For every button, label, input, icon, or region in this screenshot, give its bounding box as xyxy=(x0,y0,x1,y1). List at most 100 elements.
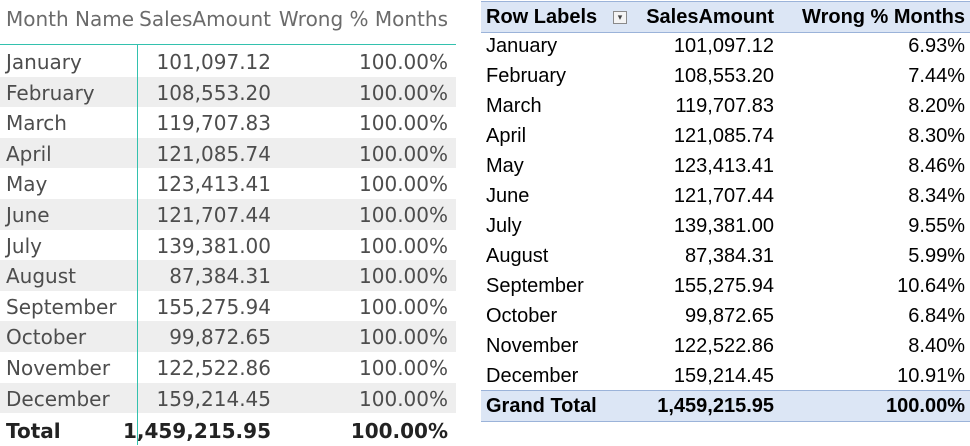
table-row[interactable]: April 121,085.74 8.30% xyxy=(481,121,970,151)
sales-amount-cell: 101,097.12 xyxy=(673,35,774,57)
header-sales-amount[interactable]: SalesAmount xyxy=(139,4,271,34)
table-row[interactable]: August 87,384.31 5.99% xyxy=(481,241,970,271)
table-row[interactable]: September 155,275.94 10.64% xyxy=(481,271,970,301)
wrong-pct-cell: 100.00% xyxy=(359,325,448,350)
grand-total-wrong-pct: 100.00% xyxy=(886,395,965,417)
table-row[interactable]: January 101,097.12 100.00% xyxy=(0,46,456,77)
powerbi-table: Month Name SalesAmount Wrong % Months Ja… xyxy=(0,0,456,445)
wrong-pct-cell: 100.00% xyxy=(359,141,448,166)
wrong-pct-cell: 100.00% xyxy=(359,111,448,136)
month-name-cell: January xyxy=(6,50,82,74)
sales-amount-cell: 122,522.86 xyxy=(156,355,271,380)
wrong-pct-cell: 8.40% xyxy=(908,335,965,357)
sales-amount-cell: 99,872.65 xyxy=(685,305,774,327)
sales-amount-cell: 139,381.00 xyxy=(673,215,774,237)
sales-amount-cell: 87,384.31 xyxy=(169,264,271,289)
row-label-cell: December xyxy=(486,365,579,387)
table-row[interactable]: March 119,707.83 100.00% xyxy=(0,107,456,138)
wrong-pct-cell: 7.44% xyxy=(908,65,965,87)
wrong-pct-cell: 100.00% xyxy=(359,233,448,258)
sales-amount-cell: 119,707.83 xyxy=(675,95,774,117)
header-wrong-pct-months[interactable]: Wrong % Months xyxy=(802,3,965,31)
pivot-table-body: January 101,097.12 6.93% February 108,553.20… xyxy=(481,31,970,391)
table-row[interactable]: May 123,413.41 8.46% xyxy=(481,151,970,181)
pivot-header-row: Row Labels ▾ SalesAmount Wrong % Months xyxy=(481,1,970,33)
wrong-pct-cell: 100.00% xyxy=(359,202,448,227)
table-row[interactable]: August 87,384.31 100.00% xyxy=(0,260,456,291)
row-label-cell: April xyxy=(486,125,527,147)
table-row[interactable]: December 159,214.45 100.00% xyxy=(0,382,456,414)
row-label-cell: November xyxy=(486,335,579,357)
wrong-pct-cell: 100.00% xyxy=(359,264,448,289)
table-row[interactable]: March 119,707.83 8.20% xyxy=(481,91,970,121)
wrong-pct-cell: 100.00% xyxy=(359,50,448,74)
pivot-grand-total-row: Grand Total 1,459,215.95 100.00% xyxy=(481,390,970,422)
powerbi-table-body: January 101,097.12 100.00% February 108,553.… xyxy=(0,46,456,414)
month-name-cell: June xyxy=(6,202,50,227)
table-row[interactable]: December 159,214.45 10.91% xyxy=(481,361,970,391)
table-row[interactable]: July 139,381.00 9.55% xyxy=(481,211,970,241)
table-row[interactable]: May 123,413.41 100.00% xyxy=(0,168,456,199)
month-name-cell: August xyxy=(6,264,76,289)
month-name-cell: May xyxy=(6,172,48,197)
row-label-cell: July xyxy=(486,215,522,237)
sales-amount-cell: 87,384.31 xyxy=(685,245,774,267)
powerbi-total-row: Total 1,459,215.95 100.00% xyxy=(0,414,456,445)
row-label-cell: September xyxy=(486,275,584,297)
sales-amount-cell: 101,097.12 xyxy=(156,50,271,74)
table-row[interactable]: October 99,872.65 6.84% xyxy=(481,301,970,331)
header-row-labels[interactable]: Row Labels xyxy=(486,3,597,31)
sales-amount-cell: 121,085.74 xyxy=(673,125,774,147)
table-row[interactable]: February 108,553.20 100.00% xyxy=(0,76,456,108)
table-row[interactable]: September 155,275.94 100.00% xyxy=(0,291,456,322)
row-label-cell: August xyxy=(486,245,549,267)
wrong-pct-cell: 10.91% xyxy=(897,365,965,387)
total-wrong-pct: 100.00% xyxy=(350,419,448,443)
table-row[interactable]: April 121,085.74 100.00% xyxy=(0,137,456,169)
table-row[interactable]: November 122,522.86 8.40% xyxy=(481,331,970,361)
sales-amount-cell: 99,872.65 xyxy=(169,325,271,350)
sales-amount-cell: 121,707.44 xyxy=(673,185,774,207)
row-label-cell: February xyxy=(486,65,567,87)
row-label-cell: January xyxy=(486,35,558,57)
table-row[interactable]: January 101,097.12 6.93% xyxy=(481,31,970,61)
header-month-name[interactable]: Month Name xyxy=(6,4,134,34)
month-name-cell: July xyxy=(6,233,42,258)
wrong-pct-cell: 8.34% xyxy=(908,185,965,207)
month-name-cell: September xyxy=(6,294,117,319)
month-name-cell: November xyxy=(6,355,111,380)
table-row[interactable]: November 122,522.86 100.00% xyxy=(0,352,456,383)
wrong-pct-cell: 6.93% xyxy=(908,35,965,57)
wrong-pct-cell: 100.00% xyxy=(359,386,448,411)
header-sales-amount[interactable]: SalesAmount xyxy=(646,3,774,31)
sales-amount-cell: 123,413.41 xyxy=(156,172,271,197)
wrong-pct-cell: 100.00% xyxy=(359,172,448,197)
wrong-pct-cell: 8.46% xyxy=(908,155,965,177)
sales-amount-cell: 121,085.74 xyxy=(156,141,271,166)
wrong-pct-cell: 100.00% xyxy=(359,355,448,380)
column-divider xyxy=(137,44,138,445)
sales-amount-cell: 108,553.20 xyxy=(156,80,271,105)
table-row[interactable]: June 121,707.44 8.34% xyxy=(481,181,970,211)
sales-amount-cell: 139,381.00 xyxy=(156,233,271,258)
grand-total-sales-amount: 1,459,215.95 xyxy=(657,395,774,417)
chevron-down-icon[interactable]: ▾ xyxy=(613,11,627,24)
header-wrong-pct-months[interactable]: Wrong % Months xyxy=(279,4,448,34)
sales-amount-cell: 119,707.83 xyxy=(156,111,271,136)
table-row[interactable]: July 139,381.00 100.00% xyxy=(0,230,456,261)
sales-amount-cell: 122,522.86 xyxy=(673,335,774,357)
wrong-pct-cell: 8.30% xyxy=(908,125,965,147)
table-row[interactable]: October 99,872.65 100.00% xyxy=(0,321,456,352)
sales-amount-cell: 159,214.45 xyxy=(156,386,271,411)
month-name-cell: December xyxy=(6,386,110,411)
wrong-pct-cell: 8.20% xyxy=(908,95,965,117)
wrong-pct-cell: 100.00% xyxy=(359,80,448,105)
total-label: Total xyxy=(6,419,61,443)
sales-amount-cell: 155,275.94 xyxy=(673,275,774,297)
wrong-pct-cell: 9.55% xyxy=(908,215,965,237)
sales-amount-cell: 155,275.94 xyxy=(156,294,271,319)
table-row[interactable]: June 121,707.44 100.00% xyxy=(0,198,456,230)
grand-total-label: Grand Total xyxy=(486,395,597,417)
table-row[interactable]: February 108,553.20 7.44% xyxy=(481,61,970,91)
wrong-pct-cell: 100.00% xyxy=(359,294,448,319)
